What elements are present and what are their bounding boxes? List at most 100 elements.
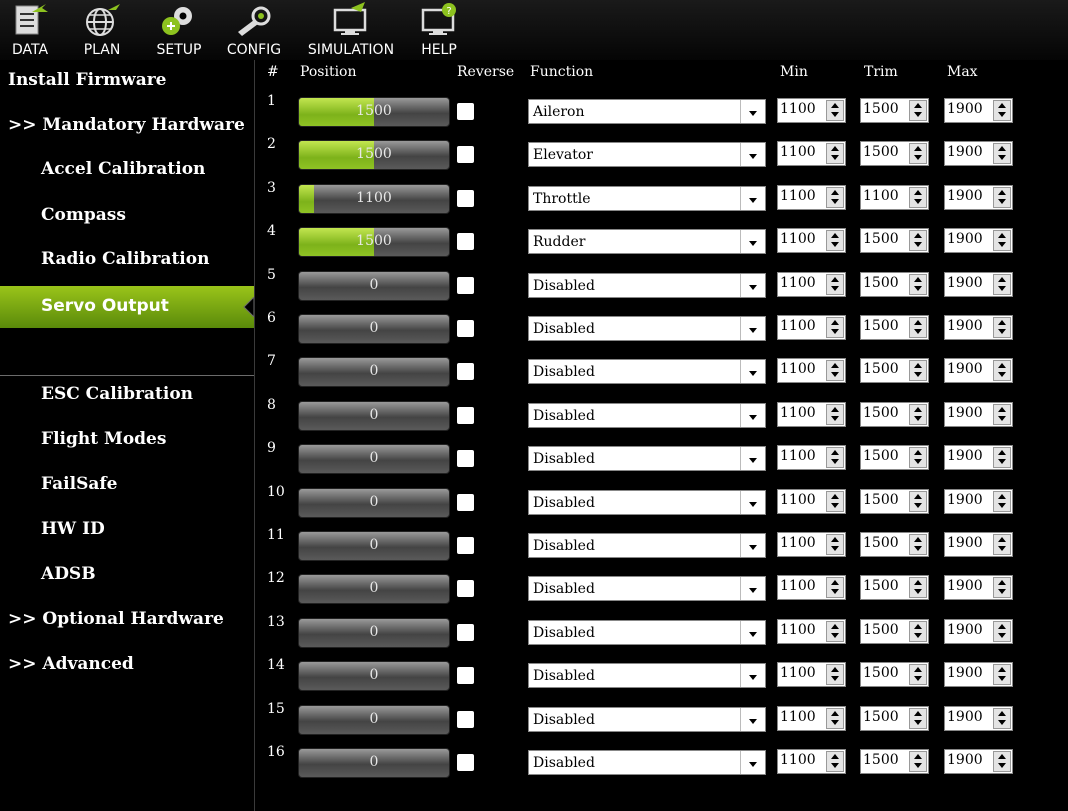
chevron-down-icon[interactable] [740, 100, 765, 123]
chevron-down-icon[interactable] [740, 664, 765, 687]
max-spinbox[interactable]: 1900 [944, 749, 1013, 774]
max-spinbox[interactable]: 1900 [944, 532, 1013, 557]
spin-arrows-icon[interactable] [826, 100, 844, 121]
min-spinbox[interactable]: 1100 [777, 575, 846, 600]
spin-arrows-icon[interactable] [993, 230, 1011, 251]
spin-arrows-icon[interactable] [826, 187, 844, 208]
toolbar-plan-button[interactable]: PLAN [72, 0, 132, 60]
chevron-down-icon[interactable] [740, 447, 765, 470]
sidebar-item-advanced[interactable]: >> Advanced [0, 646, 254, 686]
spin-arrows-icon[interactable] [909, 447, 927, 468]
trim-spinbox[interactable]: 1500 [860, 532, 929, 557]
trim-spinbox[interactable]: 1500 [860, 315, 929, 340]
spin-arrows-icon[interactable] [826, 404, 844, 425]
max-spinbox[interactable]: 1900 [944, 315, 1013, 340]
trim-spinbox[interactable]: 1500 [860, 749, 929, 774]
trim-spinbox[interactable]: 1500 [860, 619, 929, 644]
trim-spinbox[interactable]: 1500 [860, 228, 929, 253]
function-select[interactable]: Disabled [528, 446, 766, 471]
sidebar-item-adsb[interactable]: ADSB [0, 556, 254, 596]
spin-arrows-icon[interactable] [993, 100, 1011, 121]
spin-arrows-icon[interactable] [993, 187, 1011, 208]
reverse-checkbox[interactable] [457, 190, 474, 207]
spin-arrows-icon[interactable] [826, 751, 844, 772]
spin-arrows-icon[interactable] [909, 577, 927, 598]
toolbar-config-button[interactable]: CONFIG [222, 0, 286, 60]
function-select[interactable]: Disabled [528, 490, 766, 515]
spin-arrows-icon[interactable] [909, 404, 927, 425]
reverse-checkbox[interactable] [457, 580, 474, 597]
max-spinbox[interactable]: 1900 [944, 98, 1013, 123]
reverse-checkbox[interactable] [457, 407, 474, 424]
chevron-down-icon[interactable] [740, 751, 765, 774]
sidebar-item-mandatory-hardware[interactable]: >> Mandatory Hardware [0, 107, 254, 147]
spin-arrows-icon[interactable] [993, 751, 1011, 772]
spin-arrows-icon[interactable] [826, 534, 844, 555]
spin-arrows-icon[interactable] [909, 664, 927, 685]
chevron-down-icon[interactable] [740, 317, 765, 340]
function-select[interactable]: Disabled [528, 533, 766, 558]
trim-spinbox[interactable]: 1500 [860, 489, 929, 514]
sidebar-item-flight-modes[interactable]: Flight Modes [0, 421, 254, 461]
toolbar-setup-button[interactable]: SETUP [150, 0, 208, 60]
spin-arrows-icon[interactable] [993, 491, 1011, 512]
max-spinbox[interactable]: 1900 [944, 141, 1013, 166]
max-spinbox[interactable]: 1900 [944, 402, 1013, 427]
max-spinbox[interactable]: 1900 [944, 575, 1013, 600]
chevron-down-icon[interactable] [740, 187, 765, 210]
chevron-down-icon[interactable] [740, 143, 765, 166]
spin-arrows-icon[interactable] [909, 708, 927, 729]
function-select[interactable]: Disabled [528, 316, 766, 341]
spin-arrows-icon[interactable] [993, 360, 1011, 381]
min-spinbox[interactable]: 1100 [777, 315, 846, 340]
min-spinbox[interactable]: 1100 [777, 402, 846, 427]
sidebar-item-hw-id[interactable]: HW ID [0, 511, 254, 551]
spin-arrows-icon[interactable] [909, 274, 927, 295]
min-spinbox[interactable]: 1100 [777, 185, 846, 210]
max-spinbox[interactable]: 1900 [944, 185, 1013, 210]
chevron-down-icon[interactable] [740, 404, 765, 427]
max-spinbox[interactable]: 1900 [944, 272, 1013, 297]
spin-arrows-icon[interactable] [909, 621, 927, 642]
function-select[interactable]: Disabled [528, 403, 766, 428]
sidebar-item-optional-hardware[interactable]: >> Optional Hardware [0, 601, 254, 641]
spin-arrows-icon[interactable] [909, 230, 927, 251]
chevron-down-icon[interactable] [740, 491, 765, 514]
spin-arrows-icon[interactable] [826, 708, 844, 729]
sidebar-item-radio-calibration[interactable]: Radio Calibration [0, 241, 254, 281]
spin-arrows-icon[interactable] [826, 491, 844, 512]
toolbar-data-button[interactable]: DATA [0, 0, 60, 60]
min-spinbox[interactable]: 1100 [777, 706, 846, 731]
spin-arrows-icon[interactable] [993, 664, 1011, 685]
trim-spinbox[interactable]: 1500 [860, 358, 929, 383]
spin-arrows-icon[interactable] [826, 274, 844, 295]
max-spinbox[interactable]: 1900 [944, 228, 1013, 253]
function-select[interactable]: Disabled [528, 273, 766, 298]
spin-arrows-icon[interactable] [993, 404, 1011, 425]
max-spinbox[interactable]: 1900 [944, 445, 1013, 470]
trim-spinbox[interactable]: 1500 [860, 402, 929, 427]
min-spinbox[interactable]: 1100 [777, 141, 846, 166]
spin-arrows-icon[interactable] [993, 274, 1011, 295]
sidebar-item-install-firmware[interactable]: Install Firmware [0, 62, 254, 102]
reverse-checkbox[interactable] [457, 103, 474, 120]
function-select[interactable]: Rudder [528, 229, 766, 254]
spin-arrows-icon[interactable] [826, 621, 844, 642]
reverse-checkbox[interactable] [457, 711, 474, 728]
trim-spinbox[interactable]: 1500 [860, 98, 929, 123]
min-spinbox[interactable]: 1100 [777, 228, 846, 253]
spin-arrows-icon[interactable] [909, 751, 927, 772]
trim-spinbox[interactable]: 1500 [860, 141, 929, 166]
spin-arrows-icon[interactable] [993, 447, 1011, 468]
spin-arrows-icon[interactable] [993, 621, 1011, 642]
spin-arrows-icon[interactable] [909, 100, 927, 121]
function-select[interactable]: Disabled [528, 750, 766, 775]
min-spinbox[interactable]: 1100 [777, 98, 846, 123]
function-select[interactable]: Elevator [528, 142, 766, 167]
min-spinbox[interactable]: 1100 [777, 358, 846, 383]
chevron-down-icon[interactable] [740, 274, 765, 297]
trim-spinbox[interactable]: 1500 [860, 445, 929, 470]
trim-spinbox[interactable]: 1500 [860, 706, 929, 731]
trim-spinbox[interactable]: 1100 [860, 185, 929, 210]
max-spinbox[interactable]: 1900 [944, 662, 1013, 687]
